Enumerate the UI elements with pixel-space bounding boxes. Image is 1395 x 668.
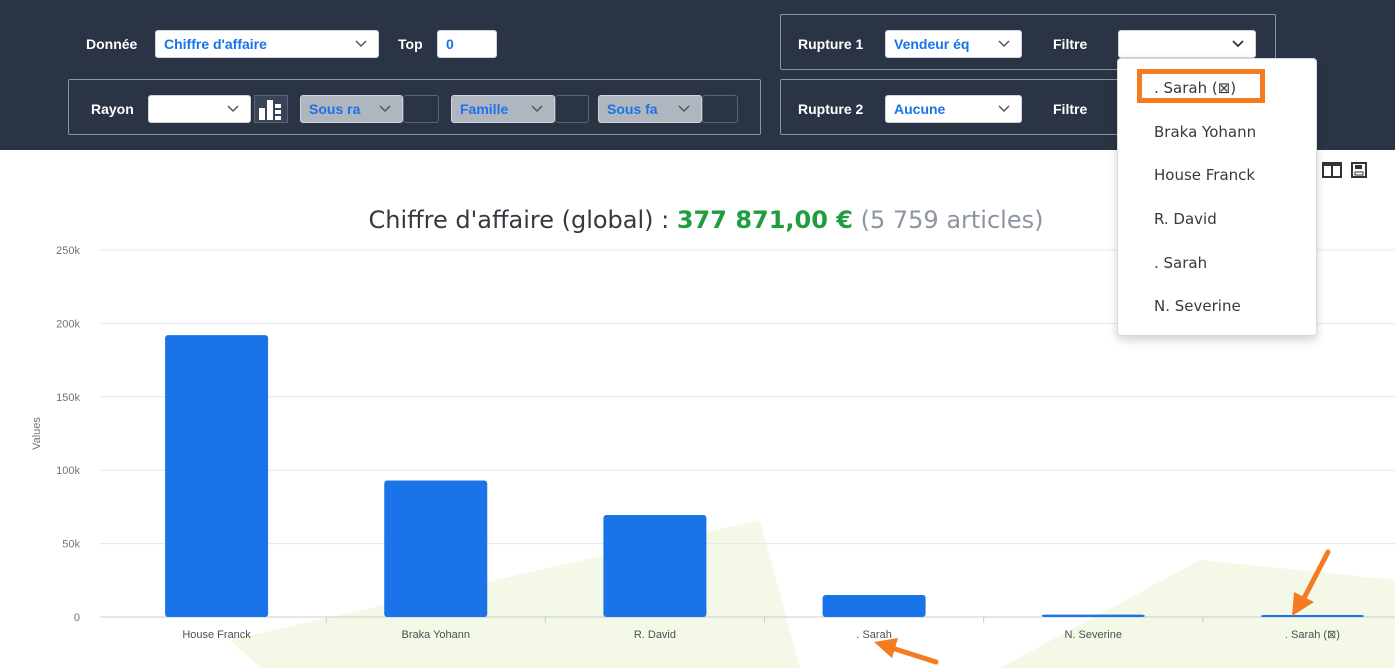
bar[interactable] <box>603 514 707 617</box>
rupture1-select[interactable]: Vendeur éq <box>885 30 1022 58</box>
rupture2-label: Rupture 2 <box>798 101 864 117</box>
famille-toggle[interactable] <box>555 95 589 123</box>
top-value: 0 <box>446 36 454 52</box>
sous-rayon-toggle[interactable] <box>403 95 439 123</box>
dropdown-option[interactable]: . Sarah <box>1154 254 1207 272</box>
sous-famille-toggle[interactable] <box>702 95 738 123</box>
x-tick-label: House Franck <box>182 629 251 641</box>
dropdown-option[interactable]: . Sarah (⊠) <box>1154 79 1236 97</box>
rupture2-select[interactable]: Aucune <box>885 95 1022 123</box>
top-label: Top <box>398 36 423 52</box>
rupture1-label: Rupture 1 <box>798 36 864 52</box>
save-icon[interactable] <box>1351 162 1367 178</box>
x-tick-label: R. David <box>634 629 676 641</box>
chevron-down-icon <box>998 96 1012 122</box>
filtre1-label: Filtre <box>1053 36 1088 52</box>
y-tick-label: 50k <box>62 539 80 551</box>
y-tick-label: 200k <box>56 318 80 330</box>
sous-rayon-value: Sous ra <box>309 101 361 117</box>
chevron-down-icon <box>1232 31 1246 57</box>
chevron-down-icon <box>998 31 1012 57</box>
sous-famille-select[interactable]: Sous fa <box>598 95 702 123</box>
bar[interactable] <box>1041 614 1145 617</box>
sous-rayon-select[interactable]: Sous ra <box>300 95 403 123</box>
bar[interactable] <box>384 480 488 617</box>
bar[interactable] <box>165 335 269 617</box>
annotation-arrow-sarah <box>874 638 939 665</box>
famille-select[interactable]: Famille <box>451 95 555 123</box>
chevron-down-icon <box>678 96 692 122</box>
famille-value: Famille <box>460 101 509 117</box>
top-input[interactable]: 0 <box>437 30 497 58</box>
bar[interactable] <box>822 594 926 617</box>
y-tick-label: 0 <box>74 612 80 624</box>
chevron-down-icon <box>227 96 241 122</box>
annotation-arrow-right <box>1292 549 1331 616</box>
donnee-value: Chiffre d'affaire <box>164 36 267 52</box>
donnee-select[interactable]: Chiffre d'affaire <box>155 30 379 58</box>
dropdown-option[interactable]: R. David <box>1154 210 1217 228</box>
dropdown-option[interactable]: N. Severine <box>1154 297 1241 315</box>
y-axis-label: Values <box>31 417 43 450</box>
rupture2-value: Aucune <box>894 101 946 117</box>
x-tick-label: . Sarah (⊠) <box>1285 629 1340 641</box>
y-tick-label: 250k <box>56 245 80 257</box>
filtre1-dropdown: . Sarah (⊠) Braka Yohann House Franck R. Da… <box>1117 58 1317 336</box>
rayon-label: Rayon <box>91 101 134 117</box>
dropdown-option[interactable]: House Franck <box>1154 166 1255 184</box>
y-tick-label: 150k <box>56 392 80 404</box>
x-tick-label: Braka Yohann <box>401 629 470 641</box>
hierarchy-chart-icon[interactable] <box>254 95 288 123</box>
y-tick-label: 100k <box>56 465 80 477</box>
sous-famille-value: Sous fa <box>607 101 658 117</box>
donnee-label: Donnée <box>86 36 138 52</box>
columns-icon[interactable] <box>1322 162 1342 178</box>
filtre2-label: Filtre <box>1053 101 1088 117</box>
filtre1-select[interactable] <box>1118 30 1256 58</box>
chevron-down-icon <box>531 96 545 122</box>
chevron-down-icon <box>355 31 369 57</box>
chevron-down-icon <box>379 96 393 122</box>
x-tick-label: N. Severine <box>1065 629 1122 641</box>
rayon-select[interactable] <box>148 95 251 123</box>
dropdown-option[interactable]: Braka Yohann <box>1154 123 1256 141</box>
rupture1-value: Vendeur éq <box>894 36 970 52</box>
